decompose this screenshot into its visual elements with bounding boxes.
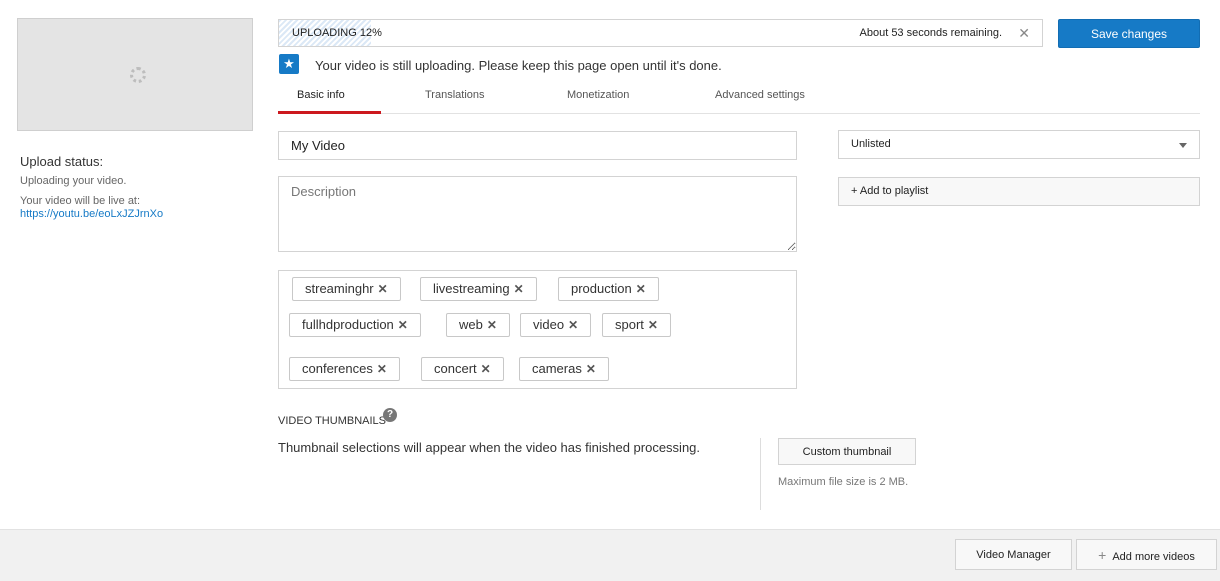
remove-tag-icon[interactable]: ✕ bbox=[398, 318, 408, 332]
remove-tag-icon[interactable]: ✕ bbox=[378, 282, 388, 296]
save-changes-button[interactable]: Save changes bbox=[1058, 19, 1200, 48]
remove-tag-icon[interactable]: ✕ bbox=[586, 362, 596, 376]
add-more-videos-button[interactable]: + Add more videos bbox=[1076, 539, 1217, 570]
plus-icon: + bbox=[1098, 546, 1107, 563]
upload-time-remaining: About 53 seconds remaining. bbox=[859, 27, 1002, 39]
remove-tag-icon[interactable]: ✕ bbox=[487, 318, 497, 332]
tag-chip: cameras ✕ bbox=[519, 357, 609, 381]
tab-advanced-settings[interactable]: Advanced settings bbox=[715, 89, 805, 101]
tag-label: streaminghr bbox=[305, 281, 374, 296]
tag-chip: fullhdproduction ✕ bbox=[289, 313, 421, 337]
upload-status-text: Uploading your video. bbox=[20, 175, 127, 187]
tag-label: web bbox=[459, 317, 483, 332]
star-icon: ★ bbox=[279, 54, 299, 74]
loading-spinner-icon bbox=[130, 67, 146, 83]
video-thumbnail-preview bbox=[17, 18, 253, 131]
tag-chip: web ✕ bbox=[446, 313, 510, 337]
tag-label: sport bbox=[615, 317, 644, 332]
remove-tag-icon[interactable]: ✕ bbox=[514, 282, 524, 296]
max-file-size-note: Maximum file size is 2 MB. bbox=[778, 476, 909, 488]
custom-thumbnail-button[interactable]: Custom thumbnail bbox=[778, 438, 916, 465]
tag-label: fullhdproduction bbox=[302, 317, 394, 332]
add-more-videos-label: Add more videos bbox=[1112, 550, 1195, 563]
thumbnails-description: Thumbnail selections will appear when th… bbox=[278, 440, 701, 455]
tag-chip: sport ✕ bbox=[602, 313, 671, 337]
tag-label: conferences bbox=[302, 361, 373, 376]
upload-notice-text: Your video is still uploading. Please ke… bbox=[315, 58, 722, 73]
question-icon[interactable]: ? bbox=[383, 408, 397, 422]
remove-tag-icon[interactable]: ✕ bbox=[568, 318, 578, 332]
remove-tag-icon[interactable]: ✕ bbox=[481, 362, 491, 376]
privacy-selected-value: Unlisted bbox=[851, 138, 891, 150]
video-url-link[interactable]: https://youtu.be/eoLxJZJrnXo bbox=[20, 208, 163, 220]
add-to-playlist-button[interactable]: + Add to playlist bbox=[838, 177, 1200, 206]
tag-label: livestreaming bbox=[433, 281, 510, 296]
remove-tag-icon[interactable]: ✕ bbox=[377, 362, 387, 376]
tag-chip: production ✕ bbox=[558, 277, 659, 301]
tab-basic-info[interactable]: Basic info bbox=[297, 89, 345, 101]
tag-label: cameras bbox=[532, 361, 582, 376]
tag-chip: livestreaming ✕ bbox=[420, 277, 537, 301]
tag-label: video bbox=[533, 317, 565, 332]
remove-tag-icon[interactable]: ✕ bbox=[648, 318, 658, 332]
tag-label: concert bbox=[434, 361, 477, 376]
tag-chip: streaminghr ✕ bbox=[292, 277, 401, 301]
tag-label: production bbox=[571, 281, 632, 296]
video-manager-button[interactable]: Video Manager bbox=[955, 539, 1072, 570]
upload-progress-bar: UPLOADING 12% About 53 seconds remaining… bbox=[278, 19, 1043, 47]
video-thumbnails-heading: VIDEO THUMBNAILS bbox=[278, 415, 386, 427]
upload-status-title: Upload status: bbox=[20, 154, 104, 169]
remove-tag-icon[interactable]: ✕ bbox=[636, 282, 646, 296]
title-input[interactable] bbox=[278, 131, 797, 160]
privacy-select[interactable]: Unlisted bbox=[838, 130, 1200, 159]
close-icon[interactable]: ✕ bbox=[1018, 25, 1030, 42]
tag-chip: conferences ✕ bbox=[289, 357, 400, 381]
tag-chip: concert ✕ bbox=[421, 357, 504, 381]
tags-field[interactable]: streaminghr ✕ livestreaming ✕ production ✕ … bbox=[278, 270, 797, 389]
chevron-down-icon bbox=[1179, 143, 1187, 148]
divider bbox=[760, 438, 761, 510]
tag-chip: video ✕ bbox=[520, 313, 592, 337]
tab-bar: Basic info Translations Monetization Adv… bbox=[278, 80, 1200, 114]
tab-translations[interactable]: Translations bbox=[425, 89, 485, 101]
tab-monetization[interactable]: Monetization bbox=[567, 89, 629, 101]
upload-progress-label: UPLOADING 12% bbox=[292, 27, 382, 39]
description-input[interactable] bbox=[278, 176, 797, 252]
live-at-label: Your video will be live at: bbox=[20, 195, 141, 207]
active-tab-indicator bbox=[278, 111, 381, 114]
